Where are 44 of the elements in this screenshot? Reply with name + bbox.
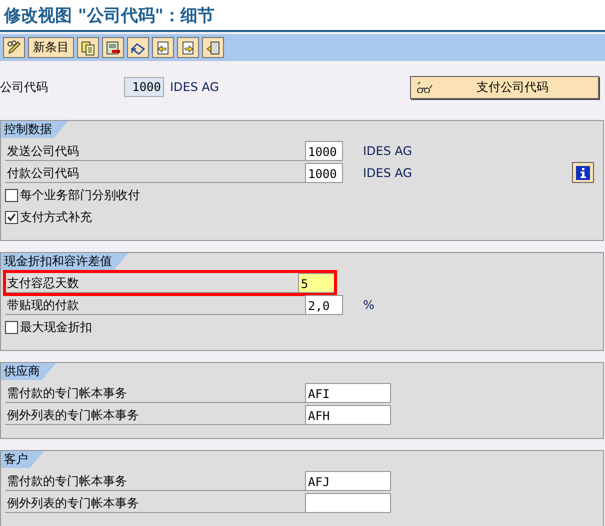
- field-label: 例外列表的专门帐本事务: [5, 405, 305, 425]
- glasses-icon: [417, 81, 433, 93]
- group-title: 客户: [1, 451, 44, 468]
- group-title: 控制数据: [1, 121, 68, 138]
- paying-company-button[interactable]: 支付公司代码: [410, 76, 599, 98]
- checkbox-label: 最大现金折扣: [20, 318, 92, 336]
- field-label: 付款公司代码: [5, 163, 305, 183]
- checkbox[interactable]: [5, 188, 18, 202]
- info-icon[interactable]: [572, 162, 594, 183]
- checkbox-label: 支付方式补充: [20, 208, 92, 226]
- delete-row-icon[interactable]: [102, 37, 124, 58]
- field-suffix: IDES AG: [363, 166, 412, 180]
- company-name: IDES AG: [170, 80, 220, 94]
- input-field[interactable]: [305, 493, 391, 513]
- company-code-field[interactable]: 1000: [124, 77, 164, 97]
- field-suffix: IDES AG: [363, 144, 412, 158]
- select-block-icon[interactable]: [202, 37, 224, 58]
- input-field[interactable]: AFH: [305, 405, 391, 425]
- checkbox[interactable]: [5, 320, 18, 334]
- checkbox-label: 每个业务部门分别收付: [20, 186, 140, 204]
- field-label: 支付容忍天数: [5, 273, 298, 293]
- field-label: 例外列表的专门帐本事务: [5, 493, 305, 513]
- next-page-icon[interactable]: [177, 37, 199, 58]
- previous-page-icon[interactable]: [152, 37, 174, 58]
- group-title: 现金折扣和容许差值: [1, 253, 128, 270]
- field-label: 公司代码: [0, 78, 49, 96]
- field-label: 需付款的专门帐本事务: [5, 383, 305, 403]
- field-label: 需付款的专门帐本事务: [5, 471, 305, 491]
- undo-icon[interactable]: [127, 37, 149, 58]
- input-field[interactable]: 1000: [305, 163, 343, 183]
- pencil-icon[interactable]: [3, 37, 25, 58]
- input-field[interactable]: 2,0: [305, 295, 343, 315]
- field-label: 带贴现的付款: [5, 295, 305, 315]
- field-suffix: %: [363, 298, 374, 312]
- input-field[interactable]: AFJ: [305, 471, 391, 491]
- new-entries-button[interactable]: 新条目: [28, 37, 74, 58]
- window-title: 修改视图 "公司代码"：细节: [4, 4, 215, 26]
- group-title: 供应商: [1, 363, 56, 380]
- field-label: 发送公司代码: [5, 141, 305, 161]
- copy-icon[interactable]: [77, 37, 99, 58]
- input-field[interactable]: 5: [298, 273, 335, 293]
- input-field[interactable]: 1000: [305, 141, 343, 161]
- input-field[interactable]: AFI: [305, 383, 391, 403]
- checkbox[interactable]: [5, 210, 18, 224]
